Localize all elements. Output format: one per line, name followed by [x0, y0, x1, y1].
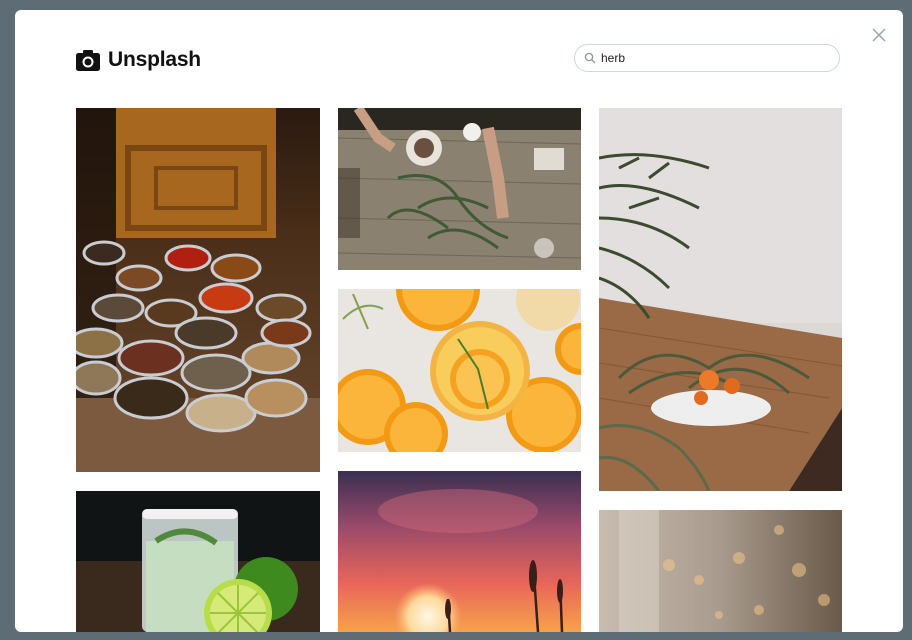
brand-name: Unsplash	[108, 48, 201, 71]
search-box[interactable]	[574, 44, 840, 72]
photo-picker-modal: Unsplash	[15, 10, 903, 632]
photo-hands-preparing-herbs[interactable]	[338, 108, 581, 270]
photo-orange-drink-slices[interactable]	[338, 289, 581, 452]
close-icon	[872, 28, 886, 42]
camera-icon	[76, 50, 100, 71]
search-input[interactable]	[601, 51, 821, 65]
close-button[interactable]	[870, 26, 888, 44]
photo-sunset-grass[interactable]	[338, 471, 581, 632]
brand-logo: Unsplash	[76, 46, 201, 74]
photo-blurred-lights[interactable]	[599, 510, 842, 632]
photo-spice-bowls[interactable]	[76, 108, 320, 472]
photo-cocktail-with-limes[interactable]	[76, 491, 320, 632]
search-icon	[584, 52, 596, 64]
photo-herbs-bowl-on-table[interactable]	[599, 108, 842, 491]
